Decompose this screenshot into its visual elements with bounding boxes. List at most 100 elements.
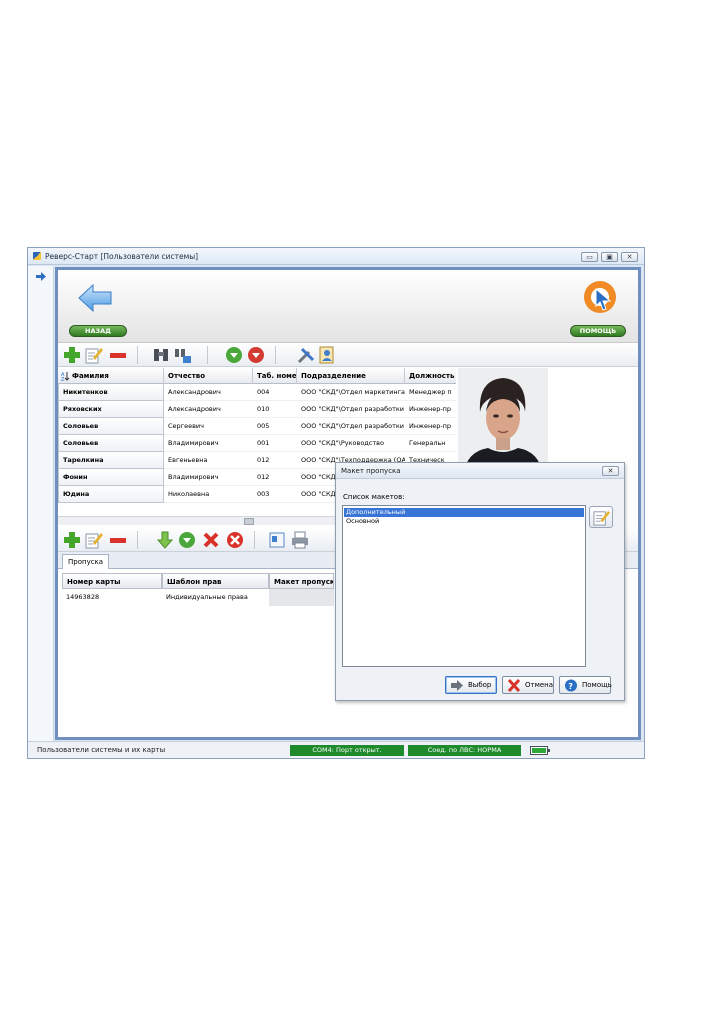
pass-layout-dialog: Макет пропуска ✕ Список макетов: Дополни… bbox=[335, 462, 625, 701]
select-button[interactable]: Выбор bbox=[445, 676, 497, 694]
maximize-button[interactable]: ▣ bbox=[601, 252, 618, 262]
col-surname[interactable]: Фамилия bbox=[58, 368, 164, 384]
cell-surname: Соловьев bbox=[58, 418, 164, 435]
cell-tab-number: 012 bbox=[253, 452, 297, 469]
dialog-title-bar[interactable]: Макет пропуска ✕ bbox=[336, 463, 624, 479]
move-down-green-icon[interactable] bbox=[225, 346, 243, 364]
add-icon[interactable] bbox=[63, 346, 81, 364]
cell-patronymic: Николаевна bbox=[164, 486, 253, 503]
cell-tab-number: 004 bbox=[253, 384, 297, 401]
cell-surname: Тарелкина bbox=[58, 452, 164, 469]
arrow-right-icon bbox=[451, 680, 463, 691]
col-card-number[interactable]: Номер карты bbox=[62, 573, 162, 589]
user-portrait-image bbox=[458, 368, 548, 474]
list-item-additional[interactable]: Дополнительный bbox=[344, 508, 584, 517]
cell-patronymic: Александрович bbox=[164, 401, 253, 418]
close-button[interactable]: ✕ bbox=[621, 252, 638, 262]
header-panel: НАЗАД ПОМОЩЬ bbox=[58, 270, 638, 343]
search-icon[interactable] bbox=[152, 346, 170, 364]
layouts-list-label: Список макетов: bbox=[343, 493, 405, 501]
col-pass-layout[interactable]: Макет пропуска bbox=[269, 573, 334, 589]
sort-az-icon[interactable]: AZ bbox=[61, 371, 70, 381]
cell-position: Менеджер п bbox=[405, 384, 456, 401]
card-number-cell[interactable]: 14963828 bbox=[62, 589, 162, 606]
cell-tab-number: 001 bbox=[253, 435, 297, 452]
user-photo bbox=[458, 368, 548, 474]
status-text: Пользователи системы и их карты bbox=[37, 746, 166, 754]
back-button[interactable]: НАЗАД bbox=[69, 325, 127, 337]
tab-passes[interactable]: Пропуска bbox=[62, 554, 110, 569]
col-department[interactable]: Подразделение bbox=[297, 368, 405, 384]
arrow-right-icon[interactable] bbox=[36, 272, 46, 281]
rights-template-cell[interactable]: Индивидуальные права bbox=[162, 589, 269, 606]
list-item-main[interactable]: Основной bbox=[344, 517, 584, 526]
layouts-listbox[interactable]: Дополнительный Основной bbox=[342, 505, 586, 667]
table-row[interactable]: Никитенков Александрович 004 ООО "СКД"\Отде… bbox=[58, 384, 456, 401]
remove-icon[interactable] bbox=[109, 346, 127, 364]
move-down-red-icon[interactable] bbox=[247, 346, 265, 364]
edit-card-icon[interactable] bbox=[85, 531, 103, 549]
table-row[interactable]: Соловьев Сергеевич 005 ООО "СКД"\Отдел разр… bbox=[58, 418, 456, 435]
confirm-circle-icon[interactable] bbox=[178, 531, 196, 549]
cancel-button[interactable]: Отмена bbox=[502, 676, 554, 694]
cell-patronymic: Евгеньевна bbox=[164, 452, 253, 469]
cell-department: ООО "СКД"\Руководство bbox=[297, 435, 405, 452]
cards-table: Номер карты Шаблон прав Макет пропуска 1… bbox=[62, 573, 334, 607]
remove-card-icon[interactable] bbox=[109, 531, 127, 549]
edit-icon[interactable] bbox=[85, 346, 103, 364]
cell-department: ООО "СКД"\Отдел разработки bbox=[297, 418, 405, 435]
close-icon bbox=[507, 679, 521, 692]
svg-text:?: ? bbox=[568, 682, 573, 691]
cell-department: ООО "СКД"\Отдел маркетинга bbox=[297, 384, 405, 401]
filter-search-icon[interactable] bbox=[174, 346, 192, 364]
cell-position: Инженер-пр bbox=[405, 401, 456, 418]
dialog-title: Макет пропуска bbox=[341, 467, 401, 475]
pass-layout-cell[interactable] bbox=[269, 589, 334, 606]
badge-layout-icon[interactable] bbox=[268, 531, 286, 549]
dialog-close-button[interactable]: ✕ bbox=[602, 466, 619, 476]
edit-icon bbox=[593, 510, 610, 526]
edit-layout-button[interactable] bbox=[589, 506, 613, 528]
cell-position: Инженер-пр bbox=[405, 418, 456, 435]
cell-surname: Ряховских bbox=[58, 401, 164, 418]
table-row[interactable]: Ряховских Александрович 010 ООО "СКД"\Отдел… bbox=[58, 401, 456, 418]
add-card-icon[interactable] bbox=[63, 531, 81, 549]
cell-surname: Никитенков bbox=[58, 384, 164, 401]
svg-text:Z: Z bbox=[61, 377, 65, 381]
help-dialog-button[interactable]: ? Помощь bbox=[559, 676, 612, 694]
col-tab-number[interactable]: Таб. номер bbox=[253, 368, 297, 384]
col-patronymic[interactable]: Отчество bbox=[164, 368, 253, 384]
block-circle-icon[interactable] bbox=[226, 531, 244, 549]
status-bar: Пользователи системы и их карты COM4: По… bbox=[28, 741, 644, 758]
user-card-icon[interactable] bbox=[318, 346, 336, 364]
cell-surname: Фонин bbox=[58, 469, 164, 486]
cell-department: ООО "СКД"\Отдел разработки bbox=[297, 401, 405, 418]
arrow-down-icon[interactable] bbox=[156, 531, 174, 549]
users-table-header: Фамилия AZ Отчество Таб. номер Подраздел… bbox=[58, 368, 456, 384]
cell-position: Генеральн bbox=[405, 435, 456, 452]
delete-x-icon[interactable] bbox=[202, 531, 220, 549]
back-arrow-icon[interactable] bbox=[77, 282, 115, 314]
app-logo-icon bbox=[33, 252, 41, 260]
help-logo-icon[interactable] bbox=[582, 279, 618, 315]
table-row[interactable]: Соловьев Владимирович 001 ООО "СКД"\Руковод… bbox=[58, 435, 456, 452]
tools-icon[interactable] bbox=[297, 346, 315, 364]
cell-patronymic: Сергеевич bbox=[164, 418, 253, 435]
lan-status: Соед. по ЛВС: НОРМА bbox=[408, 745, 521, 756]
col-position[interactable]: Должность bbox=[405, 368, 456, 384]
cell-tab-number: 012 bbox=[253, 469, 297, 486]
col-rights-template[interactable]: Шаблон прав bbox=[162, 573, 269, 589]
battery-icon bbox=[530, 746, 550, 755]
scrollbar-thumb[interactable] bbox=[244, 518, 254, 525]
minimize-button[interactable]: ▭ bbox=[581, 252, 598, 262]
com-port-status: COM4: Порт открыт. bbox=[290, 745, 404, 756]
cell-patronymic: Владимирович bbox=[164, 435, 253, 452]
cell-tab-number: 005 bbox=[253, 418, 297, 435]
window-title: Реверс-Старт [Пользователи системы] bbox=[45, 252, 199, 261]
cell-tab-number: 003 bbox=[253, 486, 297, 503]
title-bar[interactable]: Реверс-Старт [Пользователи системы] ▭ ▣ … bbox=[28, 248, 644, 265]
help-icon: ? bbox=[565, 679, 577, 692]
help-button[interactable]: ПОМОЩЬ bbox=[570, 325, 626, 337]
users-toolbar bbox=[58, 343, 638, 367]
printer-icon[interactable] bbox=[291, 531, 309, 549]
